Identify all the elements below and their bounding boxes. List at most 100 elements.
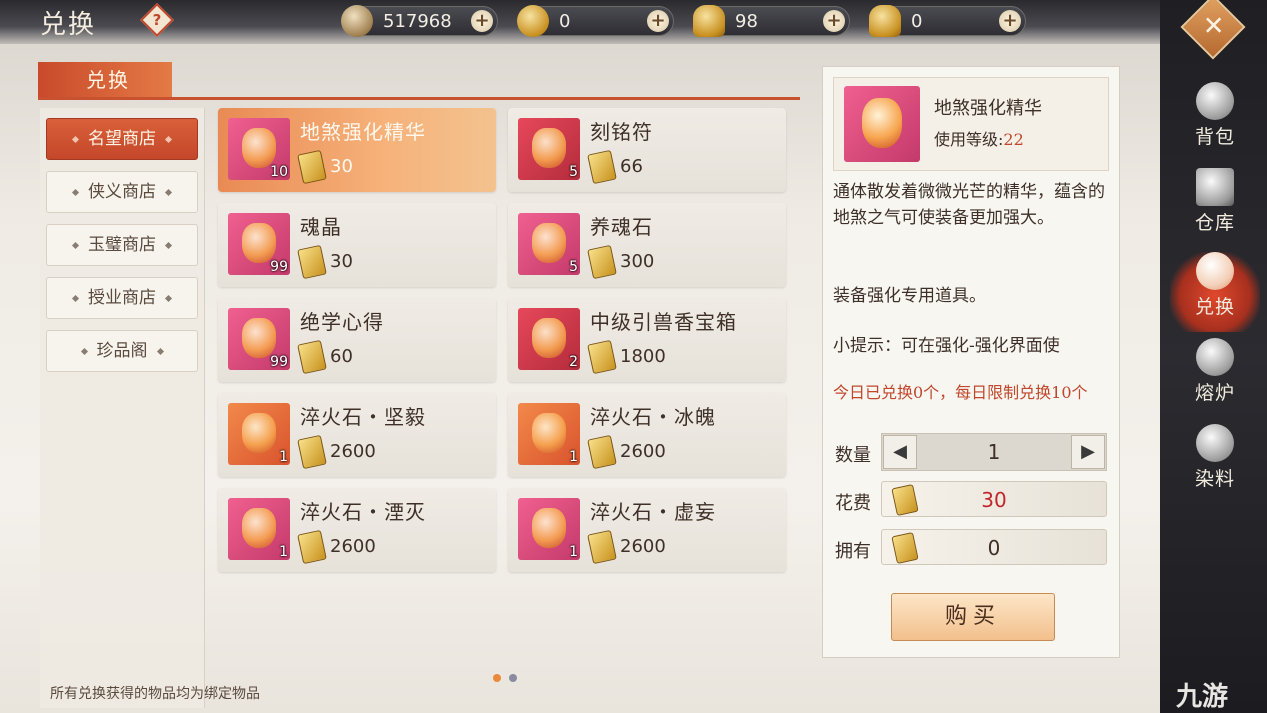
item-icon: 10: [228, 118, 290, 180]
voucher-icon: [587, 149, 617, 185]
shop-list: 名望商店 侠义商店 玉璧商店 授业商店 珍品阁: [40, 108, 205, 708]
shop-item[interactable]: 5 养魂石 300: [508, 203, 786, 287]
voucher-icon: [297, 529, 327, 565]
add-currency-button[interactable]: +: [647, 10, 669, 32]
item-price: 2600: [330, 536, 376, 557]
item-icon: 5: [518, 213, 580, 275]
currency-value: 0: [559, 11, 571, 32]
shop-tab-mingwang[interactable]: 名望商店: [46, 118, 198, 160]
detail-usage: 装备强化专用道具。: [833, 286, 986, 306]
shop-tab-label: 授业商店: [88, 288, 156, 308]
item-price: 2600: [620, 441, 666, 462]
shop-tab-label: 珍品阁: [96, 341, 148, 361]
daily-limit-text: 今日已兑换0个，每日限制兑换10个: [833, 383, 1088, 402]
gold-coin-icon: [517, 5, 549, 37]
nav-label: 染料: [1194, 468, 1235, 490]
increase-button[interactable]: ▶: [1071, 435, 1105, 469]
shop-tab-xiayi[interactable]: 侠义商店: [46, 171, 198, 213]
voucher-icon: [297, 434, 327, 470]
watermark-logo: 九游: [1176, 682, 1229, 712]
item-count: 1: [279, 544, 288, 560]
shop-item[interactable]: 99 绝学心得 60: [218, 298, 496, 382]
item-icon: 1: [518, 498, 580, 560]
own-box: 0: [881, 529, 1107, 565]
item-icon: 1: [228, 498, 290, 560]
item-price: 2600: [330, 441, 376, 462]
nav-furnace[interactable]: 熔炉: [1170, 338, 1260, 418]
item-price: 30: [330, 156, 353, 177]
shop-tab-label: 玉璧商店: [88, 235, 156, 255]
currency-value: 0: [911, 11, 923, 32]
currency-silver-ingot: 98 +: [693, 5, 850, 37]
bag-icon: [1196, 82, 1234, 120]
detail-level: 使用等级:22: [934, 130, 1024, 149]
item-icon: 1: [228, 403, 290, 465]
item-icon: 1: [518, 403, 580, 465]
detail-item-icon: [844, 86, 920, 162]
add-currency-button[interactable]: +: [823, 10, 845, 32]
tab-exchange[interactable]: 兑换: [38, 62, 172, 98]
own-label: 拥有: [835, 541, 871, 562]
item-count: 99: [270, 259, 288, 275]
voucher-icon: [297, 339, 327, 375]
furnace-icon: [1196, 338, 1234, 376]
nav-warehouse[interactable]: 仓库: [1170, 168, 1260, 248]
detail-item-name: 地煞强化精华: [934, 98, 1042, 119]
shop-tab-shouye[interactable]: 授业商店: [46, 277, 198, 319]
item-price: 60: [330, 346, 353, 367]
page-dot[interactable]: [509, 674, 517, 682]
item-count: 5: [569, 164, 578, 180]
item-name: 淬火石・冰魄: [590, 405, 716, 429]
nav-label: 兑换: [1194, 296, 1235, 318]
page-title: 兑换: [40, 10, 97, 40]
nav-bag[interactable]: 背包: [1170, 82, 1260, 162]
item-name: 刻铭符: [590, 120, 653, 144]
shop-item[interactable]: 5 刻铭符 66: [508, 108, 786, 192]
buy-button[interactable]: 购买: [891, 593, 1055, 641]
item-price: 1800: [620, 346, 666, 367]
shop-item[interactable]: 2 中级引兽香宝箱 1800: [508, 298, 786, 382]
dye-icon: [1196, 424, 1234, 462]
cost-label: 花费: [835, 493, 871, 514]
cost-box: 30: [881, 481, 1107, 517]
quantity-stepper: ◀ 1 ▶: [881, 433, 1107, 471]
shop-item[interactable]: 99 魂晶 30: [218, 203, 496, 287]
item-count: 1: [569, 449, 578, 465]
footnote: 所有兑换获得的物品均为绑定物品: [50, 686, 260, 702]
question-icon: ?: [152, 11, 162, 29]
item-detail-panel: 地煞强化精华 使用等级:22 通体散发着微微光芒的精华，蕴含的地煞之气可使装备更…: [822, 66, 1120, 658]
voucher-icon: [297, 244, 327, 280]
detail-tip: 小提示：可在强化-强化界面使: [833, 336, 1060, 356]
nav-exchange[interactable]: 兑换: [1170, 252, 1260, 332]
shop-item[interactable]: 1 淬火石・坚毅 2600: [218, 393, 496, 477]
shop-tab-zhenpin[interactable]: 珍品阁: [46, 330, 198, 372]
nav-dye[interactable]: 染料: [1170, 424, 1260, 504]
item-count: 1: [279, 449, 288, 465]
nav-label: 仓库: [1194, 212, 1235, 234]
item-price: 300: [620, 251, 655, 272]
item-price: 30: [330, 251, 353, 272]
currency-gold-ingot: 0 +: [869, 5, 1026, 37]
add-currency-button[interactable]: +: [471, 10, 493, 32]
quantity-label: 数量: [835, 445, 871, 466]
item-name: 养魂石: [590, 215, 653, 239]
page-dot-active[interactable]: [493, 674, 501, 682]
item-icon: 99: [228, 213, 290, 275]
shop-item[interactable]: 10 地煞强化精华 30: [218, 108, 496, 192]
item-price: 2600: [620, 536, 666, 557]
exchange-icon: [1196, 252, 1234, 290]
nav-label: 熔炉: [1194, 382, 1235, 404]
tab-divider: [38, 97, 800, 100]
item-icon: 5: [518, 118, 580, 180]
shop-item[interactable]: 1 淬火石・虚妄 2600: [508, 488, 786, 572]
item-price: 66: [620, 156, 643, 177]
detail-header: 地煞强化精华 使用等级:22: [833, 77, 1109, 171]
item-count: 1: [569, 544, 578, 560]
currency-value: 98: [735, 11, 758, 32]
item-icon: 99: [228, 308, 290, 370]
shop-item[interactable]: 1 淬火石・冰魄 2600: [508, 393, 786, 477]
shop-item[interactable]: 1 淬火石・湮灭 2600: [218, 488, 496, 572]
add-currency-button[interactable]: +: [999, 10, 1021, 32]
detail-description: 通体散发着微微光芒的精华，蕴含的地煞之气可使装备更加强大。: [833, 182, 1105, 228]
shop-tab-yubi[interactable]: 玉璧商店: [46, 224, 198, 266]
